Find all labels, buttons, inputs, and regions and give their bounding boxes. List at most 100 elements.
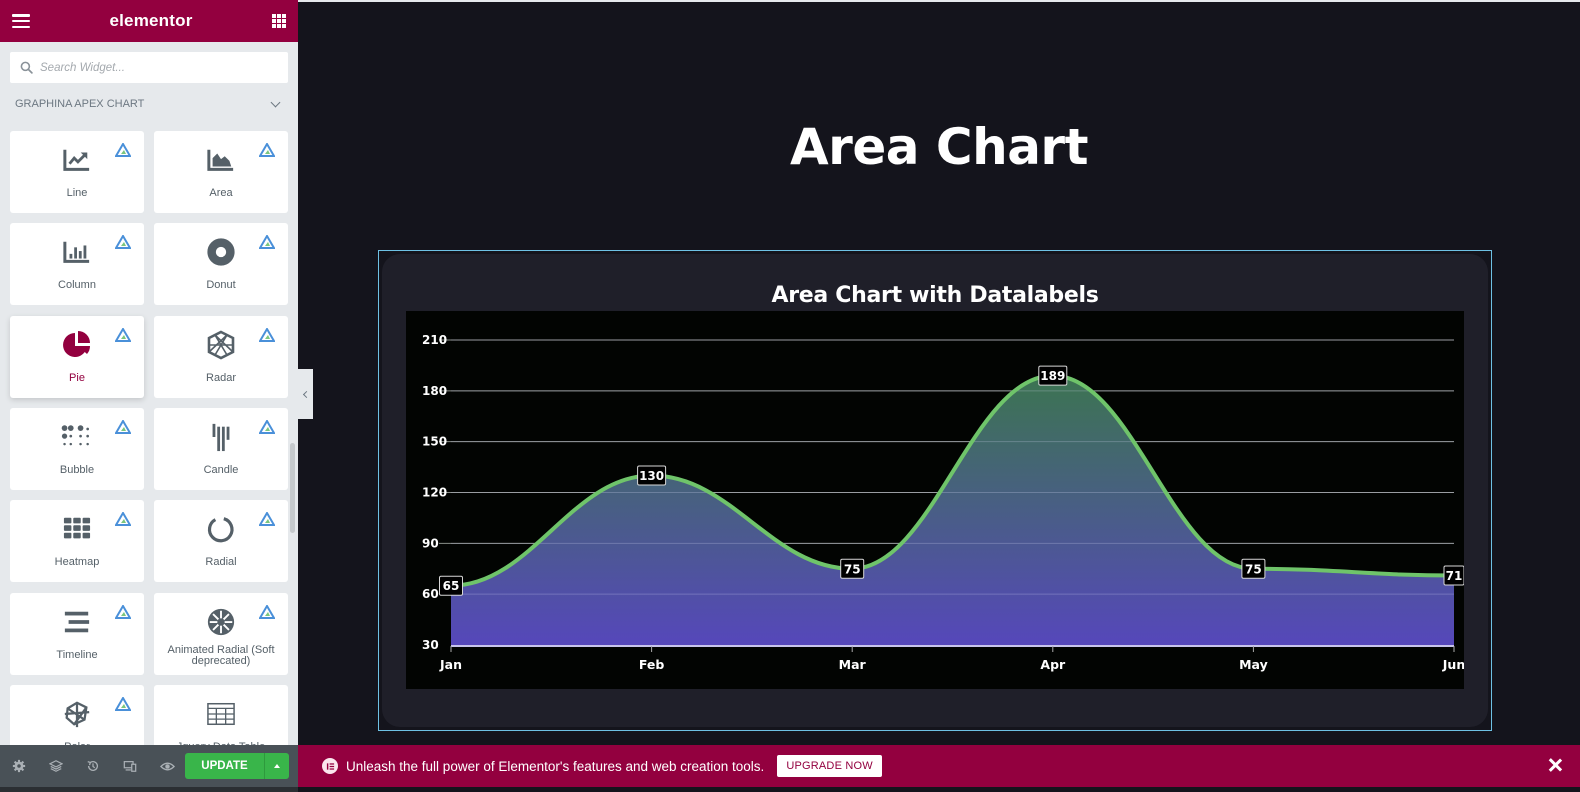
widget-label: Animated Radial (Soft deprecated) (167, 644, 275, 667)
widget-label: Timeline (56, 649, 98, 661)
collapse-panel-toggle[interactable] (298, 369, 313, 419)
notice-message: Unleash the full power of Elementor's fe… (346, 758, 765, 774)
footer-strip (0, 787, 298, 792)
widget-label: Heatmap (54, 556, 100, 568)
widget-label: Radial (205, 556, 237, 568)
data-label-text: 130 (639, 469, 664, 483)
graphina-pro-badge-icon (114, 327, 132, 342)
x-tick-label: May (1239, 657, 1268, 672)
y-tick-label: 210 (422, 333, 447, 347)
widget-card-area[interactable]: Area (154, 131, 288, 213)
pie-chart-icon (61, 330, 93, 360)
update-button-group: UPDATE (185, 753, 289, 779)
timeline-icon (61, 607, 93, 637)
data-label: 71 (1443, 565, 1465, 586)
widget-card-timeline[interactable]: Timeline (10, 593, 144, 675)
upgrade-notice-bar: Unleash the full power of Elementor's fe… (298, 745, 1580, 787)
graphina-pro-badge-icon (258, 327, 276, 342)
canvas-top-border (298, 0, 1580, 2)
area-chart: 30 60 90 120 150 180 210 Jan Feb Mar Apr May Jun 65 1… (422, 333, 1465, 672)
widget-card-radial[interactable]: Radial (154, 500, 288, 582)
widget-card-column[interactable]: Column (10, 223, 144, 305)
panel-header: elementor (0, 0, 298, 42)
widget-card-line[interactable]: Line (10, 131, 144, 213)
widget-label: Area (209, 187, 233, 199)
data-label-text: 75 (1245, 562, 1262, 576)
elementor-e-icon (322, 758, 338, 774)
widget-card-candle[interactable]: Candle (154, 408, 288, 490)
chart-widget-selected[interactable]: Area Chart with Datalabels 30 60 90 120 150 1… (378, 250, 1492, 731)
data-label: 189 (1038, 365, 1068, 386)
widget-label: Line (66, 187, 88, 199)
data-label-text: 71 (1446, 569, 1463, 583)
x-tick-label: Jun (1442, 657, 1464, 672)
data-label-text: 75 (844, 562, 861, 576)
widget-card-radar[interactable]: Radar (154, 316, 288, 398)
polar-chart-icon (61, 699, 93, 729)
x-tick-label: Apr (1040, 657, 1066, 672)
history-icon[interactable] (85, 758, 101, 774)
upgrade-now-button[interactable]: UPGRADE NOW (777, 755, 882, 777)
y-tick-label: 180 (422, 384, 447, 398)
graphina-pro-badge-icon (258, 142, 276, 157)
widget-card-donut[interactable]: Donut (154, 223, 288, 305)
column-chart-icon (61, 237, 93, 267)
widget-label: Candle (203, 464, 239, 476)
animated-radial-icon (205, 607, 237, 637)
graphina-pro-badge-icon (258, 419, 276, 434)
menu-icon[interactable] (12, 14, 30, 28)
widget-card-animated[interactable]: Animated Radial (Soft deprecated) (154, 593, 288, 675)
category-header[interactable]: GRAPHINA APEX CHART (15, 97, 283, 110)
search-icon (20, 61, 33, 74)
page-title: Area Chart (789, 118, 1089, 176)
close-icon[interactable] (1548, 758, 1562, 772)
preview-canvas: Area Chart Area Chart with Datalabels 30… (298, 0, 1580, 745)
window-bottom-strip (298, 787, 1580, 792)
widget-label: Pie (69, 372, 85, 384)
y-tick-label: 120 (422, 486, 447, 500)
chart-card: Area Chart with Datalabels 30 60 90 120 150 1… (382, 254, 1488, 727)
widget-card-heatmap[interactable]: Heatmap (10, 500, 144, 582)
elementor-logo: elementor (109, 11, 193, 30)
y-tick-label: 90 (422, 536, 439, 550)
heatmap-icon (61, 514, 93, 544)
widget-label: Radar (206, 372, 236, 384)
graphina-pro-badge-icon (114, 511, 132, 526)
layers-icon[interactable] (48, 758, 64, 774)
graphina-pro-badge-icon (114, 604, 132, 619)
settings-icon[interactable] (11, 758, 27, 774)
search-widget-field[interactable] (10, 52, 288, 83)
panel-scrollbar[interactable] (290, 443, 295, 533)
widgets-grid-icon[interactable] (272, 14, 286, 28)
graphina-pro-badge-icon (258, 604, 276, 619)
panel-footer: UPDATE (0, 745, 298, 787)
chevron-left-icon (302, 390, 311, 398)
save-options-button[interactable] (264, 753, 289, 779)
update-button[interactable]: UPDATE (185, 753, 264, 779)
data-label-text: 65 (443, 579, 460, 593)
graphina-pro-badge-icon (114, 234, 132, 249)
chevron-down-icon (270, 97, 281, 108)
responsive-mode-icon[interactable] (122, 758, 138, 774)
radial-chart-icon (205, 514, 237, 544)
widget-card-bubble[interactable]: Bubble (10, 408, 144, 490)
y-tick-label: 150 (422, 435, 447, 449)
preview-eye-icon[interactable] (159, 758, 175, 774)
bubble-chart-icon (61, 422, 93, 452)
graphina-pro-badge-icon (114, 696, 132, 711)
graphina-pro-badge-icon (114, 142, 132, 157)
graphina-pro-badge-icon (258, 511, 276, 526)
widget-card-pie[interactable]: Pie (10, 316, 144, 398)
search-widget-input[interactable] (40, 61, 280, 74)
widget-label: Column (58, 279, 96, 291)
graphina-pro-badge-icon (114, 419, 132, 434)
data-label: 75 (840, 558, 865, 579)
elementor-editor: elementor GRAPHINA APEX CHART Line Area Co… (0, 0, 1580, 792)
x-tick-label: Feb (639, 657, 665, 672)
area-chart-icon (205, 145, 237, 175)
radar-chart-icon (205, 330, 237, 360)
data-label-text: 189 (1040, 369, 1065, 383)
widget-label: Donut (206, 279, 236, 291)
data-table-icon (205, 699, 237, 729)
data-label: 75 (1241, 558, 1266, 579)
